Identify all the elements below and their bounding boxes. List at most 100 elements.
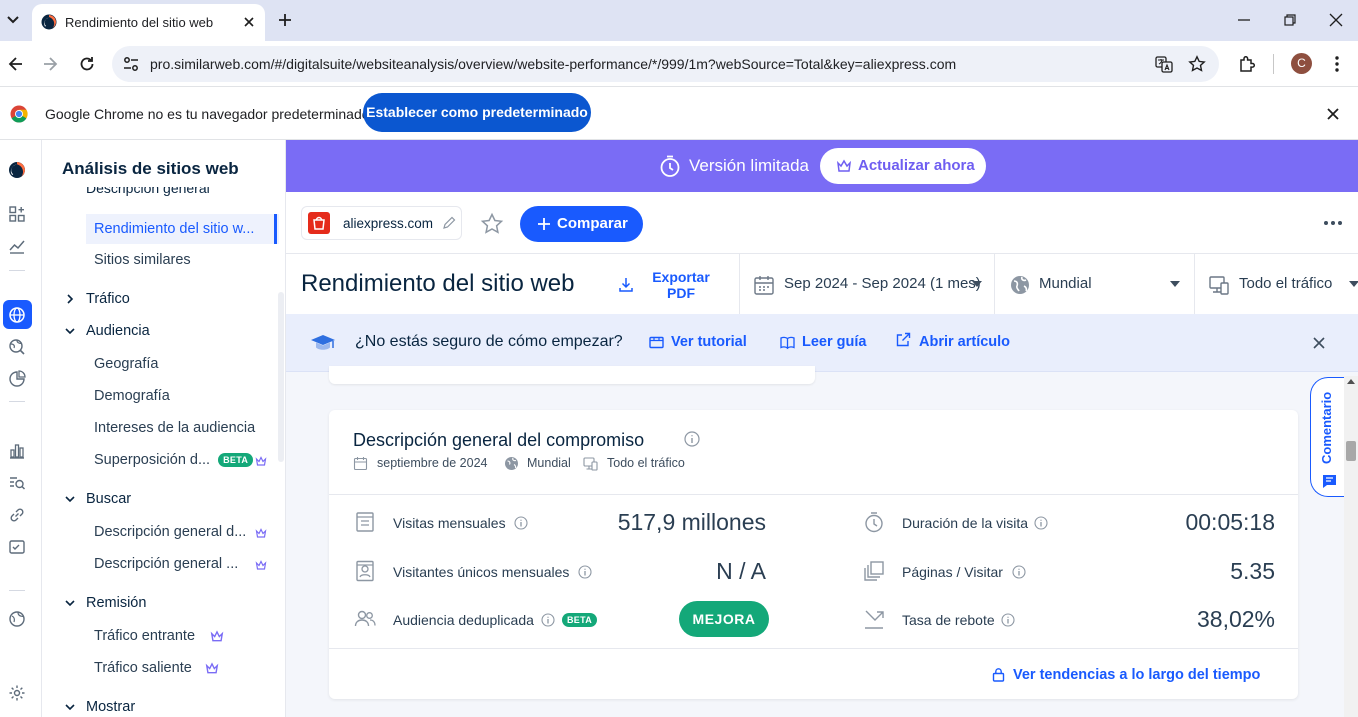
sidebar-section-audience[interactable]: Audiencia [86, 323, 150, 339]
site-settings-icon[interactable] [122, 55, 140, 73]
sidebar-item-label: Descripción general [86, 187, 210, 196]
site-selector-bar: aliexpress.com Comparar [286, 192, 1358, 254]
previous-card [329, 366, 815, 384]
chevron-down-icon[interactable] [64, 325, 76, 337]
sidebar-section-referral[interactable]: Remisión [86, 595, 146, 611]
checklist-icon[interactable] [8, 538, 26, 556]
limited-version-banner: Versión limitada Actualizar ahora [286, 140, 1358, 192]
upgrade-now-button[interactable]: Actualizar ahora [820, 148, 986, 184]
settings-icon[interactable] [8, 684, 26, 702]
info-icon[interactable] [541, 613, 555, 627]
sidebar-item-demography[interactable]: Demografía [94, 388, 170, 404]
close-window-icon[interactable] [1328, 12, 1344, 28]
minimize-icon[interactable] [1236, 12, 1252, 28]
sidebar-item-search-overview-2[interactable]: Descripción general ... [94, 556, 238, 572]
sidebar-section-traffic[interactable]: Tráfico [86, 291, 130, 307]
monthly-visits-label: Visitas mensuales [393, 515, 506, 531]
globe-search-icon[interactable] [8, 338, 26, 356]
more-horizontal-icon[interactable] [1322, 212, 1344, 234]
export-pdf-button[interactable]: Exportar PDF [618, 268, 740, 301]
info-icon[interactable] [578, 565, 592, 579]
chevron-down-icon[interactable] [64, 701, 76, 713]
pages-per-visit-value: 5.35 [1230, 558, 1275, 584]
improve-button[interactable]: MEJORA [679, 601, 769, 637]
omnibox[interactable]: pro.similarweb.com/#/digitalsuite/websit… [112, 46, 1219, 82]
forward-arrow-icon[interactable] [40, 54, 60, 74]
browser-tab[interactable]: Rendimiento del sitio web [32, 4, 265, 41]
star-icon[interactable] [480, 212, 504, 236]
nav-scrollbar[interactable] [278, 292, 284, 462]
profile-avatar[interactable]: C [1291, 53, 1312, 74]
chevron-down-icon[interactable] [4, 10, 22, 28]
view-tutorial-link[interactable]: Ver tutorial [649, 334, 747, 350]
unique-visitors-value: N / A [716, 558, 766, 584]
chevron-down-icon[interactable] [64, 597, 76, 609]
main-scrollbar[interactable] [1344, 376, 1358, 717]
info-icon[interactable] [514, 516, 528, 530]
compare-button[interactable]: Comparar [520, 206, 643, 242]
reload-icon[interactable] [77, 54, 97, 74]
sidebar-item-similar-sites[interactable]: Sitios similares [94, 252, 191, 268]
globe-icon[interactable] [8, 306, 26, 324]
extensions-icon[interactable] [1237, 54, 1257, 74]
read-guide-link[interactable]: Leer guía [780, 334, 866, 350]
info-icon[interactable] [1034, 516, 1048, 530]
pie-chart-icon[interactable] [8, 370, 26, 388]
sidebar-item-outgoing-traffic[interactable]: Tráfico saliente [94, 660, 192, 676]
info-icon[interactable] [1012, 565, 1026, 579]
sidebar-item-website-performance[interactable]: Rendimiento del sitio w... [86, 214, 279, 244]
main-content: Versión limitada Actualizar ahora aliexp… [286, 140, 1358, 717]
subtitle-country: Mundial [527, 456, 571, 470]
sidebar-item-search-overview-1[interactable]: Descripción general d... [94, 524, 246, 540]
sidebar-item-overlap[interactable]: Superposición d... BETA [94, 452, 254, 468]
bar-chart-icon[interactable] [8, 442, 26, 460]
similarweb-logo-icon[interactable] [8, 161, 26, 179]
timer-icon [863, 511, 885, 533]
set-default-button[interactable]: Establecer como predeterminado [363, 93, 591, 132]
beta-badge: BETA [562, 613, 598, 627]
date-range-select[interactable]: Sep 2024 - Sep 2024 (1 mes) [740, 254, 994, 314]
sidebar-item-audience-interests[interactable]: Intereses de la audiencia [94, 420, 255, 436]
back-arrow-icon[interactable] [6, 54, 26, 74]
sidebar-item-incoming-traffic[interactable]: Tráfico entrante [94, 628, 195, 644]
crown-icon [210, 629, 224, 643]
crown-icon [255, 455, 267, 467]
close-icon[interactable] [241, 14, 257, 30]
upgrade-label: Actualizar ahora [858, 157, 975, 174]
sidebar-item-geography[interactable]: Geografía [94, 356, 159, 372]
chevron-right-icon[interactable] [64, 293, 76, 305]
trend-chart-icon[interactable] [8, 237, 26, 255]
close-icon[interactable] [1312, 336, 1326, 350]
sidebar-section-search[interactable]: Buscar [86, 491, 131, 507]
engagement-overview-card: Descripción general del compromiso septi… [329, 410, 1298, 699]
traffic-value: Todo el tráfico [1239, 275, 1333, 292]
visit-duration-value: 00:05:18 [1185, 509, 1275, 535]
pencil-icon[interactable] [442, 216, 456, 230]
feedback-tab[interactable]: Comentario [1310, 377, 1346, 497]
search-list-icon[interactable] [8, 474, 26, 492]
bookmark-star-icon[interactable] [1188, 55, 1206, 73]
close-icon[interactable] [1325, 106, 1341, 122]
link-icon[interactable] [8, 506, 26, 524]
apps-grid-icon[interactable] [8, 205, 26, 223]
sidebar-item-overview[interactable]: Descripción general [86, 187, 210, 201]
sidebar-section-show[interactable]: Mostrar [86, 699, 135, 715]
open-article-link[interactable]: Abrir artículo [896, 332, 1010, 350]
devices-icon [1208, 274, 1230, 296]
site-chip[interactable]: aliexpress.com [301, 206, 462, 240]
translate-icon[interactable] [1155, 55, 1173, 73]
info-icon[interactable] [1001, 613, 1015, 627]
crown-icon [205, 661, 219, 675]
more-vertical-icon[interactable] [1327, 54, 1347, 74]
globe-network-icon[interactable] [8, 610, 26, 628]
scrollbar-thumb[interactable] [1346, 441, 1356, 461]
view-trends-link[interactable]: Ver tendencias a lo largo del tiempo [992, 667, 1260, 683]
scroll-up-arrow-icon[interactable] [1347, 378, 1355, 384]
country-select[interactable]: Mundial [995, 254, 1194, 314]
traffic-source-select[interactable]: Todo el tráfico [1195, 254, 1358, 314]
info-icon[interactable] [684, 431, 700, 447]
new-tab-icon[interactable] [276, 11, 294, 29]
subtitle-month: septiembre de 2024 [377, 456, 488, 470]
restore-icon[interactable] [1282, 12, 1298, 28]
chevron-down-icon[interactable] [64, 493, 76, 505]
